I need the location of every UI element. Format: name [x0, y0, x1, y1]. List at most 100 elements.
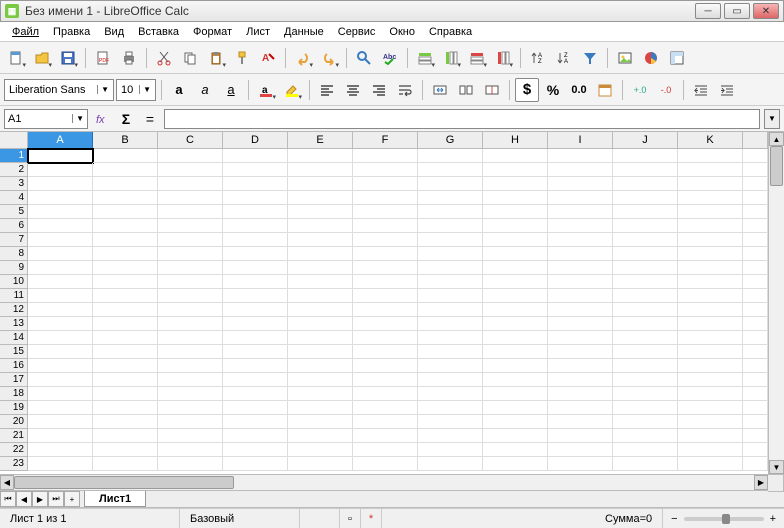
- cell[interactable]: [28, 289, 93, 303]
- cell[interactable]: [288, 331, 353, 345]
- cell[interactable]: [548, 191, 613, 205]
- cell[interactable]: [93, 429, 158, 443]
- cell[interactable]: [678, 387, 743, 401]
- cell[interactable]: [223, 247, 288, 261]
- cell[interactable]: [158, 457, 223, 471]
- cell[interactable]: [288, 317, 353, 331]
- cell[interactable]: [28, 303, 93, 317]
- export-pdf-button[interactable]: PDF: [91, 46, 115, 70]
- cell[interactable]: [353, 303, 418, 317]
- insert-row-button[interactable]: [413, 46, 437, 70]
- sheet-tab-1[interactable]: Лист1: [84, 491, 146, 507]
- row-header-21[interactable]: 21: [0, 429, 28, 443]
- cell[interactable]: [158, 261, 223, 275]
- cell[interactable]: [223, 205, 288, 219]
- paste-button[interactable]: [204, 46, 228, 70]
- cell[interactable]: [223, 219, 288, 233]
- percent-button[interactable]: %: [541, 78, 565, 102]
- cell[interactable]: [613, 429, 678, 443]
- cell[interactable]: [548, 205, 613, 219]
- cell[interactable]: [743, 429, 768, 443]
- undo-button[interactable]: [291, 46, 315, 70]
- cell[interactable]: [483, 247, 548, 261]
- cell[interactable]: [353, 233, 418, 247]
- cell[interactable]: [28, 261, 93, 275]
- cell[interactable]: [678, 401, 743, 415]
- cell[interactable]: [28, 415, 93, 429]
- redo-button[interactable]: [317, 46, 341, 70]
- insert-pivot-button[interactable]: [665, 46, 689, 70]
- cell[interactable]: [158, 219, 223, 233]
- insert-image-button[interactable]: [613, 46, 637, 70]
- cell[interactable]: [223, 345, 288, 359]
- cell[interactable]: [353, 331, 418, 345]
- sort-desc-button[interactable]: ZA: [552, 46, 576, 70]
- cell[interactable]: [353, 219, 418, 233]
- cell[interactable]: [613, 401, 678, 415]
- cell[interactable]: [28, 401, 93, 415]
- insert-col-button[interactable]: [439, 46, 463, 70]
- cell[interactable]: [223, 359, 288, 373]
- name-box[interactable]: A1▼: [4, 109, 88, 129]
- delete-row-button[interactable]: [465, 46, 489, 70]
- cell[interactable]: [743, 247, 768, 261]
- scroll-right-button[interactable]: ▶: [754, 475, 768, 490]
- cell[interactable]: [93, 303, 158, 317]
- cell[interactable]: [548, 177, 613, 191]
- cell[interactable]: [93, 219, 158, 233]
- cell[interactable]: [613, 219, 678, 233]
- delete-col-button[interactable]: [491, 46, 515, 70]
- cell[interactable]: [288, 247, 353, 261]
- cell[interactable]: [483, 387, 548, 401]
- cell[interactable]: [483, 191, 548, 205]
- menu-help[interactable]: Справка: [423, 24, 478, 40]
- cell[interactable]: [158, 345, 223, 359]
- cell[interactable]: [548, 457, 613, 471]
- row-header-22[interactable]: 22: [0, 443, 28, 457]
- cell[interactable]: [743, 219, 768, 233]
- cell[interactable]: [483, 457, 548, 471]
- cell[interactable]: [158, 415, 223, 429]
- menu-format[interactable]: Формат: [187, 24, 238, 40]
- row-header-18[interactable]: 18: [0, 387, 28, 401]
- cell[interactable]: [678, 303, 743, 317]
- row-header-3[interactable]: 3: [0, 177, 28, 191]
- cell[interactable]: [483, 359, 548, 373]
- menu-view[interactable]: Вид: [98, 24, 130, 40]
- cell[interactable]: [483, 415, 548, 429]
- function-equals-button[interactable]: =: [140, 109, 160, 129]
- menu-file[interactable]: Файл: [6, 24, 45, 40]
- cell[interactable]: [288, 149, 353, 163]
- zoom-in-button[interactable]: +: [770, 513, 776, 525]
- cell[interactable]: [353, 429, 418, 443]
- cell[interactable]: [483, 163, 548, 177]
- cell[interactable]: [288, 429, 353, 443]
- cell[interactable]: [743, 359, 768, 373]
- cell[interactable]: [418, 205, 483, 219]
- cell[interactable]: [223, 303, 288, 317]
- cell[interactable]: [483, 401, 548, 415]
- unmerge-button[interactable]: [480, 78, 504, 102]
- cell[interactable]: [743, 415, 768, 429]
- cell[interactable]: [288, 359, 353, 373]
- cell[interactable]: [418, 387, 483, 401]
- cell[interactable]: [678, 163, 743, 177]
- cell[interactable]: [158, 401, 223, 415]
- cell[interactable]: [28, 219, 93, 233]
- cell[interactable]: [548, 373, 613, 387]
- cell[interactable]: [548, 219, 613, 233]
- menu-tools[interactable]: Сервис: [332, 24, 382, 40]
- menu-sheet[interactable]: Лист: [240, 24, 276, 40]
- zoom-slider[interactable]: [684, 517, 764, 521]
- cell[interactable]: [353, 275, 418, 289]
- cell[interactable]: [418, 177, 483, 191]
- cell[interactable]: [613, 345, 678, 359]
- row-header-15[interactable]: 15: [0, 345, 28, 359]
- cell[interactable]: [678, 345, 743, 359]
- new-button[interactable]: [4, 46, 28, 70]
- cell[interactable]: [418, 303, 483, 317]
- cell[interactable]: [93, 415, 158, 429]
- cell[interactable]: [613, 233, 678, 247]
- cell[interactable]: [158, 177, 223, 191]
- menu-insert[interactable]: Вставка: [132, 24, 185, 40]
